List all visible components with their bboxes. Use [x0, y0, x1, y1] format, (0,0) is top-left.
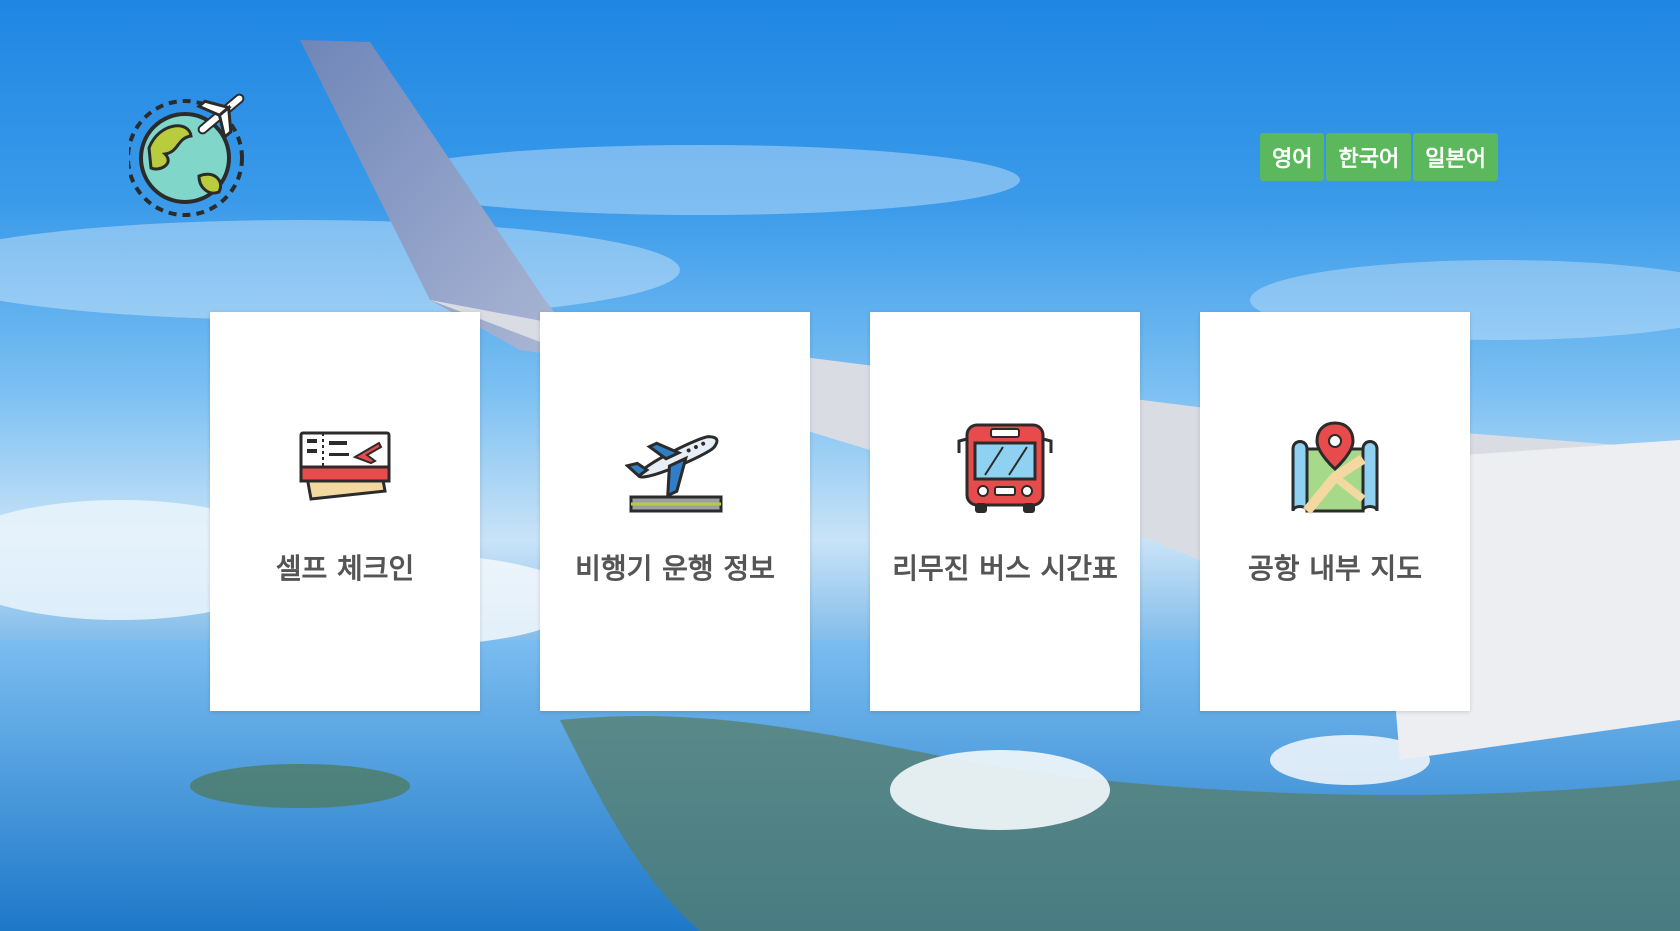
card-label: 공항 내부 지도 — [1247, 552, 1423, 585]
card-airport-map[interactable]: 공항 내부 지도 — [1200, 312, 1470, 711]
airplane-takeoff-icon — [625, 435, 723, 513]
lang-button-japanese[interactable]: 일본어 — [1413, 133, 1498, 181]
bus-icon — [957, 423, 1053, 513]
card-label: 비행기 운행 정보 — [575, 552, 775, 585]
lang-button-english[interactable]: 영어 — [1260, 133, 1325, 181]
language-selector: 영어 한국어 일본어 — [1260, 133, 1498, 181]
main-menu-cards: 셀프 체크인 비행기 운행 정보 리무진 버스 시간표 공항 내부 지도 — [210, 312, 1470, 711]
card-self-checkin[interactable]: 셀프 체크인 — [210, 312, 480, 711]
globe-airplane-logo — [129, 93, 245, 217]
boarding-pass-icon — [299, 431, 391, 501]
card-limousine-bus[interactable]: 리무진 버스 시간표 — [870, 312, 1140, 711]
card-flight-info[interactable]: 비행기 운행 정보 — [540, 312, 810, 711]
card-label: 리무진 버스 시간표 — [892, 552, 1118, 585]
lang-button-korean[interactable]: 한국어 — [1326, 133, 1412, 181]
card-label: 셀프 체크인 — [275, 552, 415, 585]
map-pin-icon — [1291, 421, 1379, 515]
